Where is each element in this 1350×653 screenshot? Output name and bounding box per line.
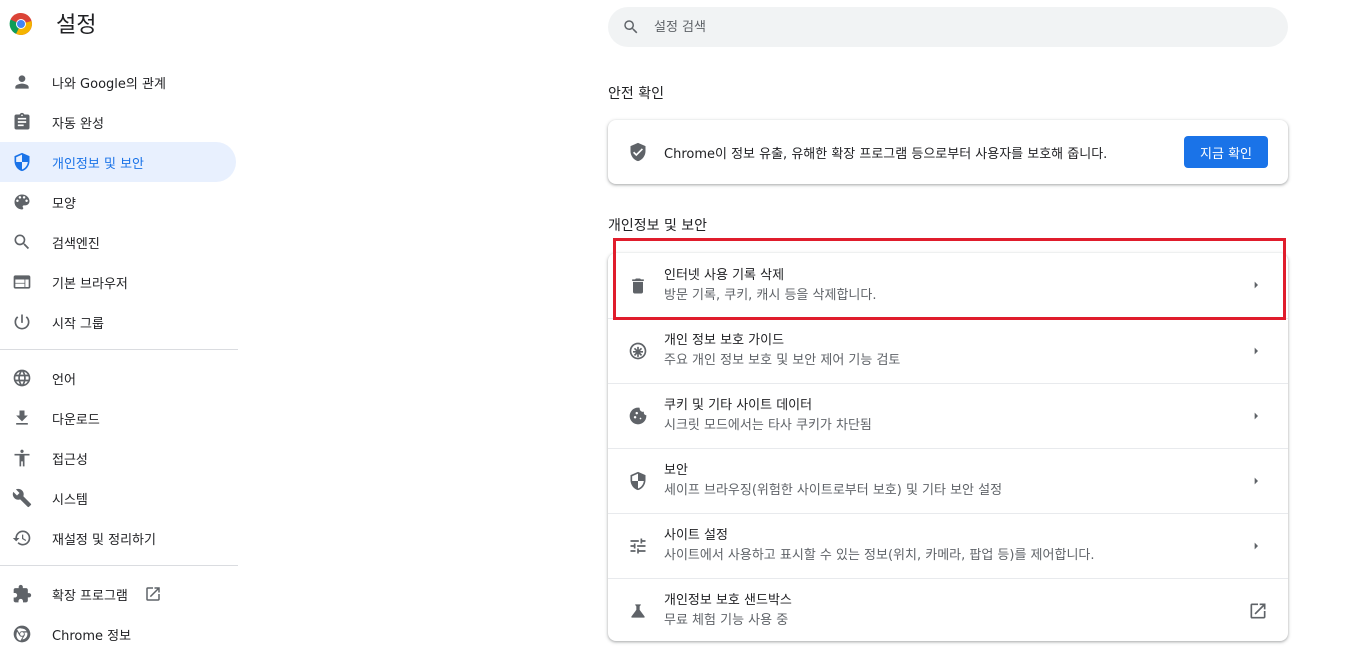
flask-icon	[628, 601, 648, 621]
cookies-row[interactable]: 쿠키 및 기타 사이트 데이터 시크릿 모드에서는 타사 쿠키가 차단됨	[608, 383, 1288, 448]
palette-icon	[12, 192, 32, 212]
sidebar-item-label: 재설정 및 정리하기	[52, 532, 156, 548]
privacy-security-heading: 개인정보 및 보안	[608, 218, 708, 234]
row-title: 사이트 설정	[664, 528, 728, 543]
sidebar-item-label: 검색엔진	[52, 236, 100, 252]
site-settings-row[interactable]: 사이트 설정 사이트에서 사용하고 표시할 수 있는 정보(위치, 카메라, 팝…	[608, 513, 1288, 578]
search-input[interactable]	[654, 19, 1254, 35]
clipboard-icon	[12, 112, 32, 132]
chevron-right-icon	[1248, 343, 1264, 359]
row-subtitle: 시크릿 모드에서는 타사 쿠키가 차단됨	[664, 418, 872, 433]
sidebar-item-label: 모양	[52, 196, 76, 212]
sidebar-item-extensions[interactable]: 확장 프로그램	[0, 574, 236, 614]
row-title: 인터넷 사용 기록 삭제	[664, 267, 785, 283]
search-icon	[12, 232, 32, 252]
sidebar-item-you-and-google[interactable]: 나와 Google의 관계	[0, 62, 236, 102]
sidebar-item-label: 개인정보 및 보안	[52, 156, 144, 172]
chevron-right-icon	[1248, 538, 1264, 554]
sidebar-item-label: 언어	[52, 372, 76, 388]
row-title: 개인 정보 보호 가이드	[664, 333, 785, 348]
safety-check-card: Chrome이 정보 유출, 유해한 확장 프로그램 등으로부터 사용자를 보호…	[608, 120, 1288, 184]
sidebar-item-search-engine[interactable]: 검색엔진	[0, 222, 236, 262]
check-now-button[interactable]: 지금 확인	[1184, 136, 1268, 168]
sidebar-item-label: 접근성	[52, 452, 88, 468]
sidebar-item-default-browser[interactable]: 기본 브라우저	[0, 262, 236, 302]
cookie-icon	[628, 406, 648, 426]
settings-header: 설정	[9, 12, 96, 38]
sidebar-divider	[0, 349, 238, 350]
accessibility-icon	[12, 448, 32, 468]
row-subtitle: 무료 체험 기능 사용 중	[664, 613, 789, 628]
sidebar-item-languages[interactable]: 언어	[0, 358, 236, 398]
tune-icon	[628, 536, 648, 556]
sidebar-item-label: Chrome 정보	[52, 628, 132, 644]
sidebar-item-label: 자동 완성	[52, 116, 104, 132]
row-subtitle: 사이트에서 사용하고 표시할 수 있는 정보(위치, 카메라, 팝업 등)를 제…	[664, 548, 1095, 563]
sidebar-item-appearance[interactable]: 모양	[0, 182, 236, 222]
trash-icon	[628, 276, 648, 296]
chevron-right-icon	[1248, 473, 1264, 489]
row-title: 개인정보 보호 샌드박스	[664, 593, 792, 608]
globe-icon	[12, 368, 32, 388]
settings-search-box[interactable]	[608, 7, 1288, 47]
open-in-new-icon	[1248, 601, 1268, 621]
puzzle-icon	[12, 584, 32, 604]
sidebar-item-label: 기본 브라우저	[52, 276, 128, 292]
row-subtitle: 세이프 브라우징(위험한 사이트로부터 보호) 및 기타 보안 설정	[664, 483, 1003, 498]
sidebar-item-system[interactable]: 시스템	[0, 478, 236, 518]
row-subtitle: 주요 개인 정보 보호 및 보안 제어 기능 검토	[664, 353, 901, 368]
sidebar-item-on-startup[interactable]: 시작 그룹	[0, 302, 236, 342]
wrench-icon	[12, 488, 32, 508]
safety-check-heading: 안전 확인	[608, 86, 664, 102]
browser-icon	[12, 272, 32, 292]
page-title: 설정	[56, 13, 97, 38]
open-in-new-icon	[144, 585, 162, 603]
sidebar-item-accessibility[interactable]: 접근성	[0, 438, 236, 478]
sidebar-item-label: 확장 프로그램	[52, 588, 128, 604]
chevron-right-icon	[1248, 408, 1264, 424]
chevron-right-icon	[1248, 277, 1264, 293]
safety-check-description: Chrome이 정보 유출, 유해한 확장 프로그램 등으로부터 사용자를 보호…	[664, 146, 1108, 162]
history-icon	[12, 528, 32, 548]
row-title: 쿠키 및 기타 사이트 데이터	[664, 398, 813, 413]
sidebar-item-label: 시작 그룹	[52, 316, 104, 332]
sidebar-item-label: 나와 Google의 관계	[52, 76, 166, 92]
sidebar-item-downloads[interactable]: 다운로드	[0, 398, 236, 438]
chrome-icon	[12, 624, 32, 644]
security-row[interactable]: 보안 세이프 브라우징(위험한 사이트로부터 보호) 및 기타 보안 설정	[608, 448, 1288, 513]
sidebar-item-reset[interactable]: 재설정 및 정리하기	[0, 518, 236, 558]
person-icon	[12, 72, 32, 92]
row-title: 보안	[664, 463, 688, 478]
shield-icon	[12, 152, 32, 172]
sidebar-item-privacy-security[interactable]: 개인정보 및 보안	[0, 142, 236, 182]
download-icon	[12, 408, 32, 428]
compass-icon	[628, 341, 648, 361]
search-icon	[622, 18, 640, 36]
sidebar-item-about-chrome[interactable]: Chrome 정보	[0, 614, 236, 653]
row-subtitle: 방문 기록, 쿠키, 캐시 등을 삭제합니다.	[664, 287, 877, 303]
sidebar-item-label: 시스템	[52, 492, 88, 508]
sidebar-item-label: 다운로드	[52, 412, 100, 428]
security-shield-icon	[628, 471, 648, 491]
sidebar: 나와 Google의 관계 자동 완성 개인정보 및 보안 모양 검색엔진 기본…	[0, 62, 238, 653]
power-icon	[12, 312, 32, 332]
shield-check-icon	[628, 142, 648, 162]
sidebar-item-autofill[interactable]: 자동 완성	[0, 102, 236, 142]
sidebar-divider	[0, 565, 238, 566]
chrome-logo-icon	[9, 12, 32, 35]
privacy-guide-row[interactable]: 개인 정보 보호 가이드 주요 개인 정보 보호 및 보안 제어 기능 검토	[608, 318, 1288, 383]
clear-browsing-data-row[interactable]: 인터넷 사용 기록 삭제 방문 기록, 쿠키, 캐시 등을 삭제합니다.	[608, 253, 1288, 318]
privacy-security-card: 인터넷 사용 기록 삭제 방문 기록, 쿠키, 캐시 등을 삭제합니다. 개인 …	[608, 253, 1288, 641]
privacy-sandbox-row[interactable]: 개인정보 보호 샌드박스 무료 체험 기능 사용 중	[608, 578, 1288, 643]
